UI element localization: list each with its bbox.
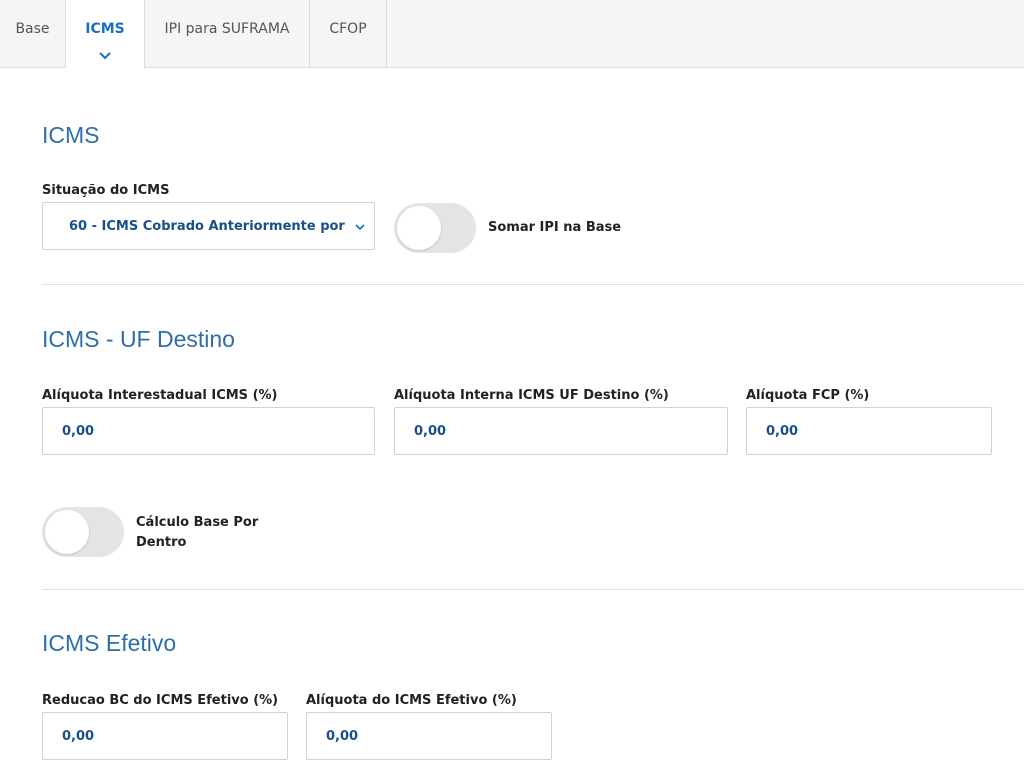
- aliq-interestadual-value: 0,00: [62, 423, 95, 439]
- tab-ipi-suframa[interactable]: IPI para SUFRAMA: [145, 0, 310, 68]
- somar-ipi-label: Somar IPI na Base: [488, 220, 622, 235]
- section-title-efetivo: ICMS Efetivo: [42, 630, 177, 656]
- aliq-fcp-input[interactable]: 0,00: [746, 407, 992, 455]
- aliq-interna-value: 0,00: [414, 423, 447, 439]
- aliq-interestadual-label: Alíquota Interestadual ICMS (%): [42, 388, 278, 403]
- tab-bar: Base ICMS IPI para SUFRAMA CFOP: [0, 0, 1024, 69]
- aliq-interna-input[interactable]: 0,00: [394, 407, 728, 455]
- reducao-bc-input[interactable]: 0,00: [42, 712, 288, 760]
- tab-cfop[interactable]: CFOP: [310, 0, 387, 68]
- tab-label: Base: [15, 21, 50, 37]
- toggle-knob: [397, 206, 441, 250]
- calc-base-label-line2: Dentro: [136, 535, 187, 550]
- section-divider: [42, 284, 1024, 285]
- tab-label: ICMS: [85, 21, 125, 37]
- calc-base-label: Cálculo Base Por Dentro: [136, 513, 258, 553]
- aliq-efetivo-input[interactable]: 0,00: [306, 712, 552, 760]
- tab-icms[interactable]: ICMS: [66, 0, 145, 69]
- section-divider: [42, 589, 1024, 590]
- reducao-bc-label: Reducao BC do ICMS Efetivo (%): [42, 693, 279, 708]
- reducao-bc-value: 0,00: [62, 728, 95, 744]
- section-title-icms: ICMS: [42, 122, 100, 148]
- tab-base[interactable]: Base: [0, 0, 66, 68]
- aliq-interna-label: Alíquota Interna ICMS UF Destino (%): [394, 388, 669, 403]
- tab-label: CFOP: [329, 21, 367, 37]
- section-title-uf-destino: ICMS - UF Destino: [42, 326, 235, 352]
- aliq-fcp-label: Alíquota FCP (%): [746, 388, 870, 403]
- situacao-icms-value: 60 - ICMS Cobrado Anteriormente por Subs…: [69, 218, 348, 234]
- aliq-efetivo-label: Alíquota do ICMS Efetivo (%): [306, 693, 517, 708]
- aliq-efetivo-value: 0,00: [326, 728, 359, 744]
- situacao-icms-label: Situação do ICMS: [42, 183, 170, 198]
- chevron-down-icon: [355, 224, 365, 231]
- aliq-fcp-value: 0,00: [766, 423, 799, 439]
- chevron-down-icon: [99, 52, 111, 60]
- calc-base-toggle[interactable]: [42, 507, 124, 557]
- somar-ipi-toggle[interactable]: [394, 203, 476, 253]
- calc-base-label-line1: Cálculo Base Por: [136, 515, 259, 530]
- aliq-interestadual-input[interactable]: 0,00: [42, 407, 375, 455]
- toggle-knob: [45, 510, 89, 554]
- situacao-icms-select[interactable]: 60 - ICMS Cobrado Anteriormente por Subs…: [42, 202, 375, 250]
- tab-label: IPI para SUFRAMA: [164, 21, 290, 37]
